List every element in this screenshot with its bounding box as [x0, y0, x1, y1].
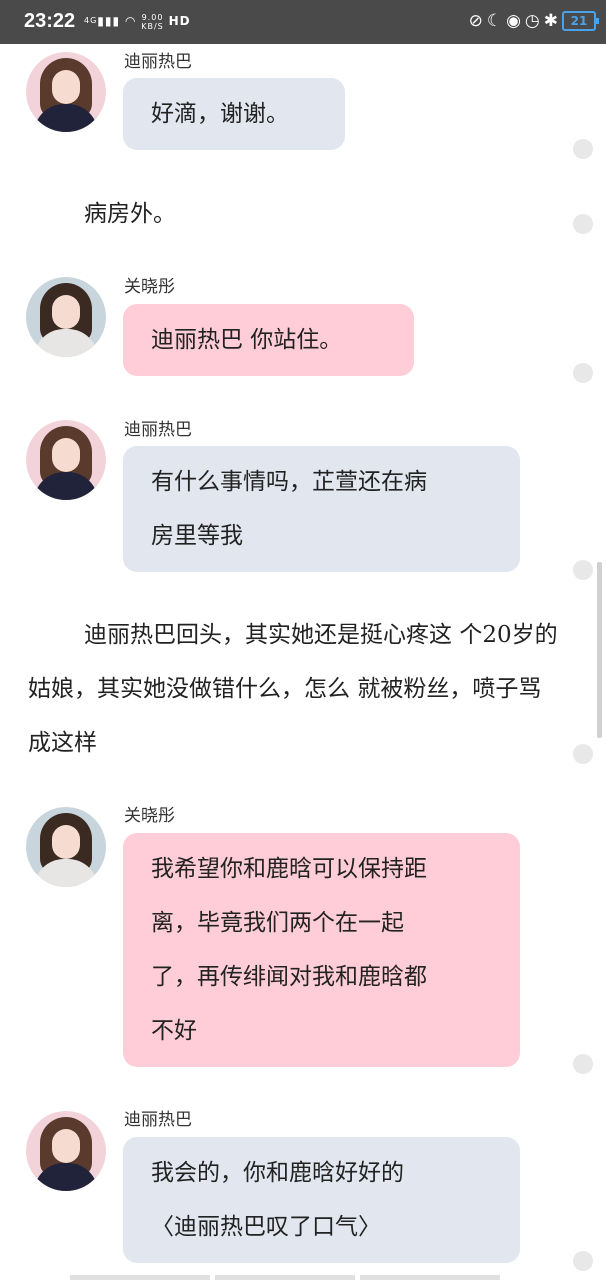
- bubble-line: 我希望你和鹿晗可以保持距: [151, 856, 427, 882]
- status-time: 23:22: [24, 10, 76, 32]
- speed-unit: KB/S: [141, 21, 164, 31]
- sender-name: 关晓彤: [124, 277, 175, 297]
- sender-name: 迪丽热巴: [124, 1110, 192, 1130]
- lock-icon: ◉: [506, 11, 521, 31]
- comment-dot[interactable]: [573, 214, 593, 234]
- network-type: 4G: [84, 16, 98, 25]
- narration-text: 迪丽热巴回头，其实她还是挺心疼这 个20岁的姑娘，其实她没做错什么，怎么 就被粉…: [28, 608, 558, 770]
- status-bar: 23:22 4G▮▮▮ ◠ 9.00 KB/S HD ⊘ ☾ ◉ ◷ ✱ 21: [0, 0, 606, 44]
- avatar-dilireba[interactable]: [26, 1111, 106, 1191]
- bubble-line: 房里等我: [151, 523, 243, 549]
- comment-dot[interactable]: [573, 1054, 593, 1074]
- narration-text: 病房外。: [84, 187, 604, 241]
- chat-bubble: 好滴，谢谢。: [123, 78, 345, 150]
- scrollbar[interactable]: [597, 562, 602, 738]
- chat-bubble: 我会的，你和鹿晗好好的 〈迪丽热巴叹了口气〉: [123, 1137, 520, 1263]
- bubble-line: 离，毕竟我们两个在一起: [151, 910, 404, 936]
- alarm-icon: ◷: [524, 11, 540, 31]
- bottom-bar-segment: [360, 1275, 500, 1280]
- comment-dot[interactable]: [573, 744, 593, 764]
- battery-icon: 21: [562, 11, 599, 31]
- signal-icon: ▮▮▮: [97, 14, 121, 28]
- bottom-bar-segment: [70, 1275, 210, 1280]
- bottom-bar: [70, 1275, 540, 1280]
- comment-dot[interactable]: [573, 560, 593, 580]
- comment-dot[interactable]: [573, 139, 593, 159]
- narration-line: 病房外。: [84, 201, 176, 227]
- sender-name: 关晓彤: [124, 806, 175, 826]
- comment-dot[interactable]: [573, 1251, 593, 1271]
- bubble-line: 我会的，你和鹿晗好好的: [151, 1160, 404, 1186]
- bubble-line: 好滴，谢谢。: [151, 101, 289, 127]
- bubble-line: 了，再传绯闻对我和鹿晗都: [151, 964, 427, 990]
- moon-icon: ☾: [486, 11, 503, 31]
- wifi-icon: ◠: [124, 14, 137, 28]
- bubble-line: 不好: [151, 1018, 197, 1044]
- avatar-dilireba[interactable]: [26, 52, 106, 132]
- narration-line: 迪丽热巴回头，其实她还是挺心疼这: [84, 622, 452, 648]
- bubble-line: 有什么事情吗，芷萱还在病: [151, 469, 427, 495]
- sender-name: 迪丽热巴: [124, 420, 192, 440]
- hd-label: HD: [168, 14, 191, 28]
- speed-value: 9.00: [141, 12, 164, 22]
- network-speed: 9.00 KB/S: [141, 13, 164, 31]
- mute-icon: ⊘: [468, 11, 483, 31]
- bubble-line: 迪丽热巴 你站住。: [151, 327, 343, 353]
- status-left-icons: 4G▮▮▮ ◠ 9.00 KB/S HD: [84, 12, 191, 31]
- avatar-guanxiaotong[interactable]: [26, 277, 106, 357]
- bluetooth-icon: ✱: [543, 11, 558, 31]
- sender-name: 迪丽热巴: [124, 52, 192, 72]
- chat-bubble: 有什么事情吗，芷萱还在病 房里等我: [123, 446, 520, 572]
- avatar-dilireba[interactable]: [26, 420, 106, 500]
- bubble-line: 〈迪丽热巴叹了口气〉: [151, 1214, 381, 1240]
- avatar-guanxiaotong[interactable]: [26, 807, 106, 887]
- status-right-icons: ⊘ ☾ ◉ ◷ ✱ 21: [465, 10, 599, 32]
- chat-bubble: 我希望你和鹿晗可以保持距 离，毕竟我们两个在一起 了，再传绯闻对我和鹿晗都 不好: [123, 833, 520, 1067]
- bottom-bar-segment: [215, 1275, 355, 1280]
- comment-dot[interactable]: [573, 363, 593, 383]
- chat-bubble: 迪丽热巴 你站住。: [123, 304, 414, 376]
